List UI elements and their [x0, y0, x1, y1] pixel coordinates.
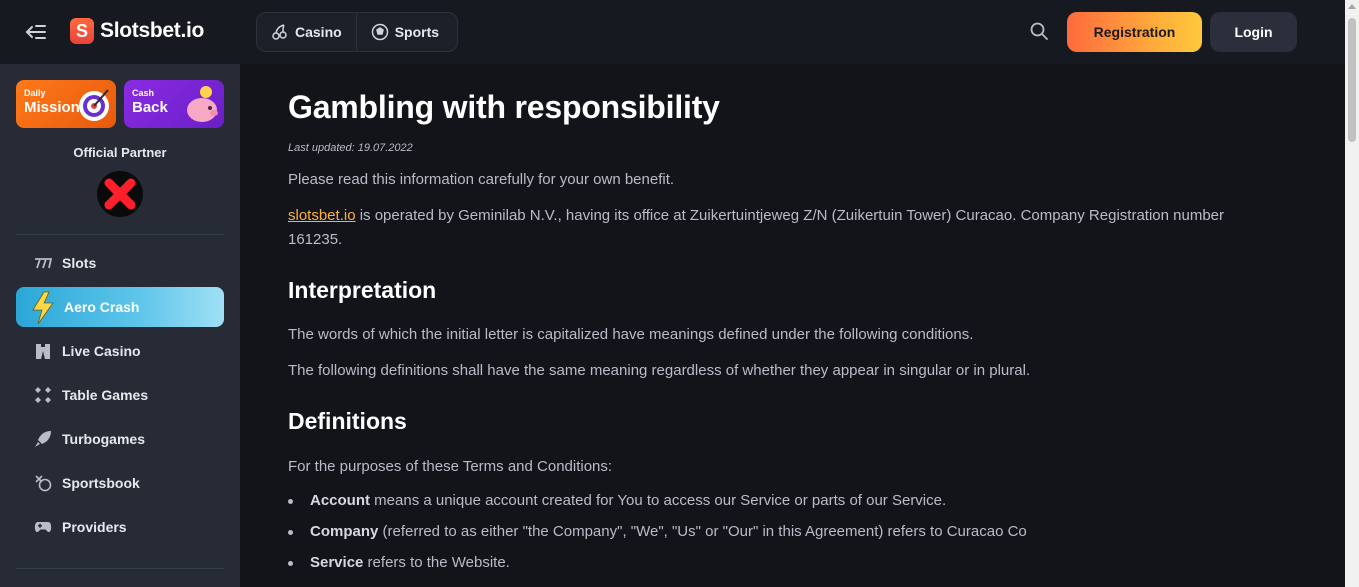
product-switch: Casino Sports: [256, 12, 458, 52]
brand-name: Slotsbet.io: [100, 19, 205, 42]
promo-cash-big: Back: [132, 99, 168, 116]
sidebar-item-label: Aero Crash: [64, 299, 140, 315]
definition-text: (referred to as either "the Company", "W…: [378, 523, 1027, 540]
definition-term: Account: [310, 492, 370, 509]
intro-paragraph: Please read this information carefully f…: [288, 171, 675, 188]
operator-text: is operated by Geminilab N.V., having it…: [288, 207, 1225, 248]
sidebar: Daily Mission Cash Back Official Partner: [0, 64, 240, 587]
definition-term: Company: [310, 523, 379, 540]
sidebar-item-table-games[interactable]: Table Games: [16, 375, 224, 415]
page-scrollbar[interactable]: [1345, 0, 1359, 587]
collapse-menu-icon[interactable]: [24, 20, 48, 44]
interpretation-paragraph: The following definitions shall have the…: [288, 362, 1031, 379]
definitions-intro: For the purposes of these Terms and Cond…: [288, 458, 613, 475]
sportsbook-icon: [34, 474, 52, 492]
list-item: Account means a unique account created f…: [288, 490, 1278, 521]
interpretation-heading: Interpretation: [288, 277, 437, 303]
daily-mission-banner[interactable]: Daily Mission: [16, 80, 116, 128]
registration-button[interactable]: Registration: [1067, 12, 1202, 52]
sidebar-item-live-casino[interactable]: Live Casino: [16, 331, 224, 371]
sidebar-item-aero-crash[interactable]: Aero Crash: [16, 287, 224, 327]
operator-link[interactable]: slotsbet.io: [288, 207, 356, 224]
cashback-banner[interactable]: Cash Back: [124, 80, 224, 128]
sidebar-item-label: Sportsbook: [62, 475, 140, 491]
promo-mission-big: Mission: [24, 99, 80, 116]
promo-cash-small: Cash: [132, 88, 155, 98]
gamepad-icon: [34, 518, 52, 536]
slots-777-icon: [34, 254, 52, 272]
definition-text: means a unique account created for You t…: [370, 492, 947, 509]
interpretation-paragraph: The words of which the initial letter is…: [288, 326, 974, 343]
cards-icon: [34, 386, 52, 404]
sidebar-item-sportsbook[interactable]: Sportsbook: [16, 463, 224, 503]
sidebar-item-slots[interactable]: Slots: [16, 243, 224, 283]
sidebar-item-label: Turbogames: [62, 431, 145, 447]
brand-logo[interactable]: S Slotsbet.io: [70, 18, 204, 44]
sidebar-item-label: Providers: [62, 519, 127, 535]
sidebar-item-label: Live Casino: [62, 343, 141, 359]
definitions-heading: Definitions: [288, 408, 407, 434]
definition-term: Service: [310, 554, 364, 571]
sidebar-item-turbogames[interactable]: Turbogames: [16, 419, 224, 459]
logo-mark-icon: S: [70, 18, 94, 44]
promo-mission-small: Daily: [24, 88, 46, 98]
definition-text: refers to the Website.: [363, 554, 510, 571]
cherries-icon: [271, 23, 289, 41]
list-item: Service refers to the Website.: [288, 552, 1278, 583]
lightning-icon: [30, 291, 56, 328]
scroll-thumb[interactable]: [1348, 18, 1356, 142]
broken-image-icon: [96, 170, 144, 218]
last-updated: Last updated: 19.07.2022: [288, 142, 413, 154]
dealer-icon: [34, 342, 52, 360]
soccer-ball-icon: [371, 23, 389, 41]
official-partner-label: Official Partner: [73, 145, 167, 160]
login-button[interactable]: Login: [1210, 12, 1297, 52]
sidebar-divider: [16, 234, 224, 235]
sidebar-item-providers[interactable]: Providers: [16, 507, 224, 547]
target-icon: [76, 84, 112, 128]
scroll-up-arrow-icon[interactable]: [1348, 4, 1356, 9]
sidebar-item-label: Slots: [62, 255, 97, 271]
tab-sports-label: Sports: [394, 24, 440, 40]
search-icon[interactable]: [1028, 20, 1050, 42]
piggy-bank-icon: [182, 84, 220, 128]
sidebar-divider: [16, 568, 224, 569]
tab-casino-label: Casino: [295, 24, 342, 40]
sidebar-item-label: Table Games: [62, 387, 149, 403]
list-item: Company (referred to as either "the Comp…: [288, 521, 1278, 552]
definitions-list: Account means a unique account created f…: [288, 490, 1278, 583]
top-header: S Slotsbet.io Casino Sports Registration: [0, 0, 1345, 64]
rocket-icon: [34, 430, 52, 448]
tab-casino[interactable]: Casino: [257, 13, 356, 51]
tab-sports[interactable]: Sports: [355, 13, 453, 51]
operator-paragraph: slotsbet.io is operated by Geminilab N.V…: [288, 204, 1278, 252]
page-title: Gambling with responsibility: [288, 89, 720, 125]
